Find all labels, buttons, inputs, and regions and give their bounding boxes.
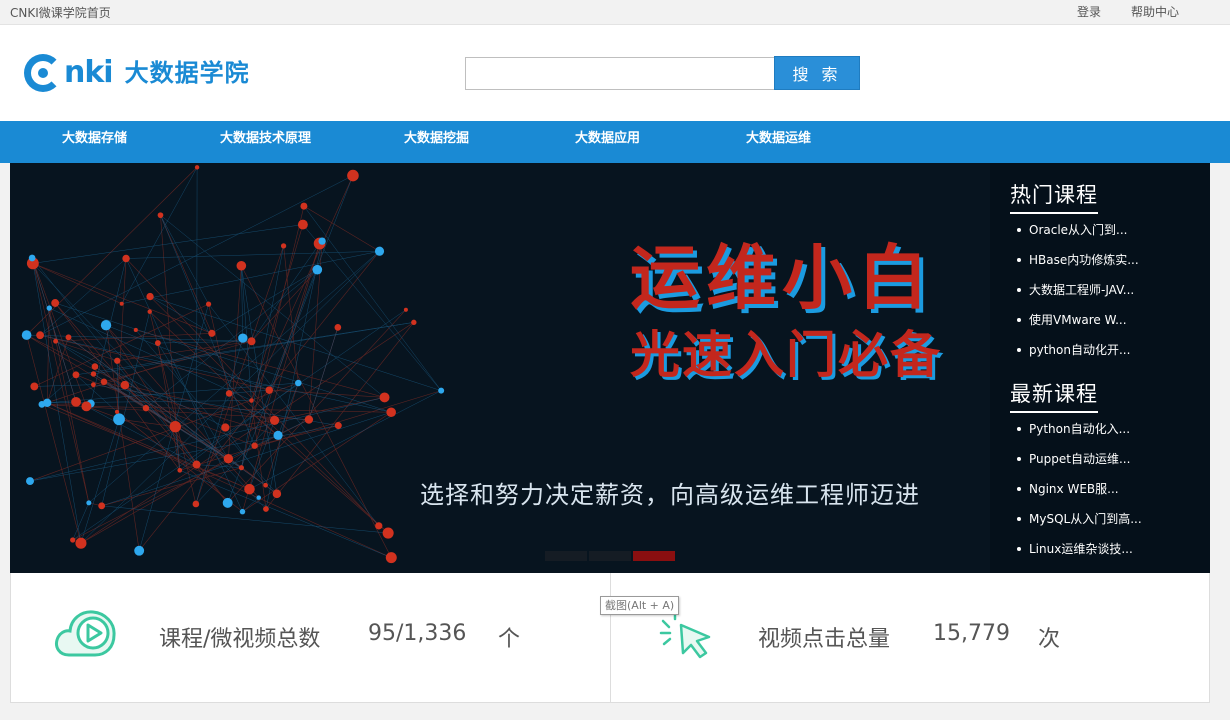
search-button[interactable]: 搜 索 — [774, 56, 860, 90]
hot-course-item[interactable]: 大数据工程师-JAV... — [1017, 275, 1139, 305]
nav-item-applications[interactable]: 大数据应用 — [575, 121, 640, 163]
views-count-unit: 次 — [1038, 627, 1061, 652]
help-center-link[interactable]: 帮助中心 — [1131, 3, 1179, 20]
hot-courses-title: 热门课程 — [1010, 179, 1098, 214]
logo-brand-text: nki — [64, 55, 114, 90]
courses-count-unit: 个 — [498, 627, 521, 652]
hot-course-item[interactable]: HBase内功修炼实... — [1017, 245, 1139, 275]
new-course-item[interactable]: Python自动化入... — [1017, 414, 1142, 444]
hot-courses-list: Oracle从入门到... HBase内功修炼实... 大数据工程师-JAV..… — [1017, 215, 1139, 365]
banner-headline: 运维小白 — [630, 237, 934, 319]
views-count-label: 视频点击总量 — [758, 627, 891, 652]
new-course-item[interactable]: Puppet自动运维... — [1017, 444, 1142, 474]
slide-indicator-1[interactable] — [545, 551, 587, 561]
banner-subheadline: 光速入门必备 — [630, 326, 942, 384]
courses-count-value: 95/1,336 — [368, 621, 467, 646]
video-cloud-icon — [55, 610, 116, 657]
top-bar: CNKI微课学院首页 登录 帮助中心 — [0, 0, 1230, 25]
new-courses-list: Python自动化入... Puppet自动运维... Nginx WEB服..… — [1017, 414, 1142, 564]
course-sidebar: 热门课程 Oracle从入门到... HBase内功修炼实... 大数据工程师-… — [990, 163, 1210, 573]
stats-panel: 课程/微视频总数 95/1,336 个 视频点击总量 15,779 次 — [10, 573, 1210, 703]
new-courses-title: 最新课程 — [1010, 378, 1098, 413]
new-course-item[interactable]: Nginx WEB服... — [1017, 474, 1142, 504]
slide-indicators — [545, 551, 677, 561]
home-link[interactable]: CNKI微课学院首页 — [10, 4, 111, 21]
new-course-item[interactable]: MySQL从入门到高... — [1017, 504, 1142, 534]
new-course-item[interactable]: Linux运维杂谈技... — [1017, 534, 1142, 564]
login-link[interactable]: 登录 — [1077, 3, 1101, 20]
slide-indicator-2[interactable] — [589, 551, 631, 561]
main-nav: 大数据存储 大数据技术原理 大数据挖掘 大数据应用 大数据运维 — [0, 121, 1230, 163]
hot-course-item[interactable]: Oracle从入门到... — [1017, 215, 1139, 245]
slide-indicator-3[interactable] — [633, 551, 675, 561]
nav-item-principles[interactable]: 大数据技术原理 — [220, 121, 311, 163]
cnki-logo[interactable]: nki 大数据学院 — [24, 52, 250, 94]
banner-slogan: 选择和努力决定薪资，向高级运维工程师迈进 — [420, 481, 920, 509]
cursor-click-icon — [659, 609, 711, 659]
hero-banner[interactable]: 运维小白 光速入门必备 选择和努力决定薪资，向高级运维工程师迈进 热门课程 Or… — [10, 163, 1210, 573]
hot-course-item[interactable]: 使用VMware W... — [1017, 305, 1139, 335]
screenshot-tooltip: 截图(Alt + A) — [600, 596, 680, 615]
logo-c-mark-icon — [24, 54, 62, 92]
nav-item-storage[interactable]: 大数据存储 — [62, 121, 127, 163]
logo-title: 大数据学院 — [124, 59, 250, 87]
search-input[interactable] — [465, 57, 775, 90]
nav-item-mining[interactable]: 大数据挖掘 — [404, 121, 469, 163]
courses-count-label: 课程/微视频总数 — [159, 627, 321, 652]
views-count-value: 15,779 — [933, 621, 1010, 646]
nav-item-operations[interactable]: 大数据运维 — [746, 121, 811, 163]
stats-divider — [610, 573, 611, 703]
header: nki 大数据学院 搜 索 — [0, 25, 1230, 121]
hot-course-item[interactable]: python自动化开... — [1017, 335, 1139, 365]
